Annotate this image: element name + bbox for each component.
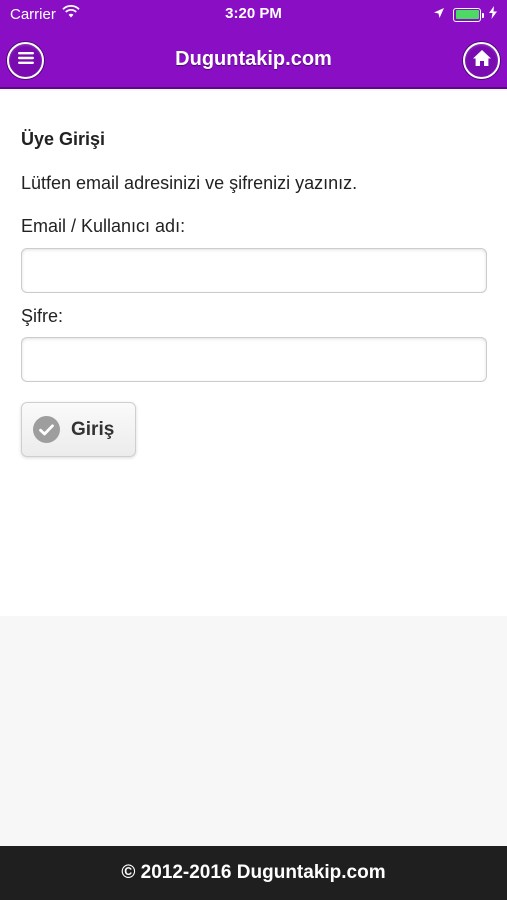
login-heading: Üye Girişi [21,129,106,149]
login-button[interactable]: Giriş [21,402,136,457]
home-button[interactable] [463,42,500,79]
home-icon [472,49,492,72]
location-arrow-icon [433,6,445,23]
footer-copyright: © 2012-2016 Duguntakip.com [121,862,386,883]
footer: © 2012-2016 Duguntakip.com [0,846,507,900]
password-field[interactable] [21,337,487,382]
login-button-label: Giriş [71,418,115,440]
header-bar: Duguntakip.com [0,28,507,89]
status-time: 3:20 PM [225,5,282,22]
check-icon [33,416,60,443]
battery-icon [453,7,484,22]
email-label: Email / Kullanıcı adı: [21,216,186,236]
status-right [433,6,497,23]
page-title: Duguntakip.com [175,48,332,70]
email-field[interactable] [21,248,487,293]
charging-icon [489,6,497,23]
status-bar: Carrier 3:20 PM [0,0,507,28]
password-label: Şifre: [21,306,64,326]
login-instruction: Lütfen email adresinizi ve şifrenizi yaz… [21,173,358,193]
login-panel: Üye Girişi Lütfen email adresinizi ve şi… [0,91,507,616]
